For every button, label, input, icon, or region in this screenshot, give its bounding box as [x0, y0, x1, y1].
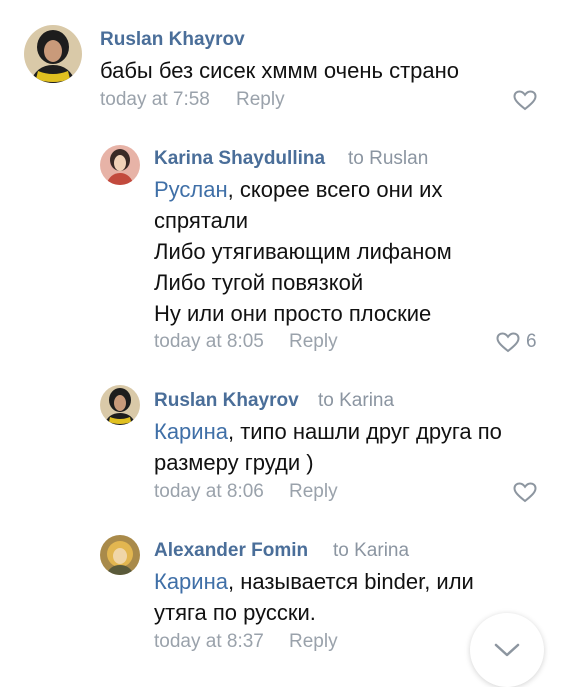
like-count: 6: [526, 331, 537, 352]
comment-text: Карина, называется binder, или утяга по …: [154, 566, 474, 628]
comment-author[interactable]: Karina Shaydullina: [154, 148, 325, 170]
comment-text-line: , типо нашли друг друга по: [227, 419, 502, 444]
comment-timestamp: today at 8:37: [154, 631, 264, 652]
reply-to[interactable]: to Ruslan: [348, 148, 428, 170]
heart-outline-icon: [513, 90, 537, 111]
comment-text-line: , скорее всего они их: [227, 177, 443, 202]
like-button[interactable]: [513, 482, 537, 503]
comment-author[interactable]: Alexander Fomin: [154, 540, 308, 562]
reply-button[interactable]: Reply: [236, 89, 285, 111]
comment-text-line: утяга по русски.: [154, 600, 316, 625]
heart-outline-icon: [496, 331, 520, 352]
avatar[interactable]: [100, 385, 140, 425]
avatar[interactable]: [100, 145, 140, 185]
avatar[interactable]: [24, 25, 82, 83]
like-button[interactable]: 6: [496, 331, 537, 353]
like-button[interactable]: [513, 90, 537, 111]
reply-to[interactable]: to Karina: [318, 390, 394, 412]
comment-text-line: , называется binder, или: [227, 569, 474, 594]
comment-text-line: Либо тугой повязкой: [154, 270, 364, 295]
reply-button[interactable]: Reply: [289, 481, 338, 503]
comment-text: Карина, типо нашли друг друга по размеру…: [154, 416, 502, 478]
mention-link[interactable]: Руслан: [154, 177, 228, 202]
reply-to[interactable]: to Karina: [333, 540, 409, 562]
comment-text: бабы без сисек хммм очень страно: [100, 55, 459, 86]
comment-text-line: бабы без сисек хммм очень страно: [100, 58, 460, 83]
heart-outline-icon: [513, 482, 537, 503]
mention-link[interactable]: Карина: [154, 569, 228, 594]
scroll-down-button[interactable]: [470, 613, 544, 687]
chevron-down-icon: [494, 643, 520, 657]
reply-button[interactable]: Reply: [289, 331, 338, 353]
comment-text-line: спрятали: [154, 208, 249, 233]
mention-link[interactable]: Карина: [154, 419, 228, 444]
reply-button[interactable]: Reply: [289, 631, 338, 653]
comment-author[interactable]: Ruslan Khayrov: [154, 390, 299, 412]
comment-text-line: размеру груди ): [154, 450, 314, 475]
comment-text-line: Либо утягивающим лифаном: [154, 239, 452, 264]
comment-author[interactable]: Ruslan Khayrov: [100, 29, 245, 51]
comment-timestamp: today at 7:58: [100, 89, 210, 110]
comment-timestamp: today at 8:05: [154, 331, 264, 352]
comment-timestamp: today at 8:06: [154, 481, 264, 502]
comment-text-line: Ну или они просто плоские: [154, 301, 432, 326]
avatar[interactable]: [100, 535, 140, 575]
comment-text: Руслан, скорее всего они их спрятали Либ…: [154, 174, 452, 329]
